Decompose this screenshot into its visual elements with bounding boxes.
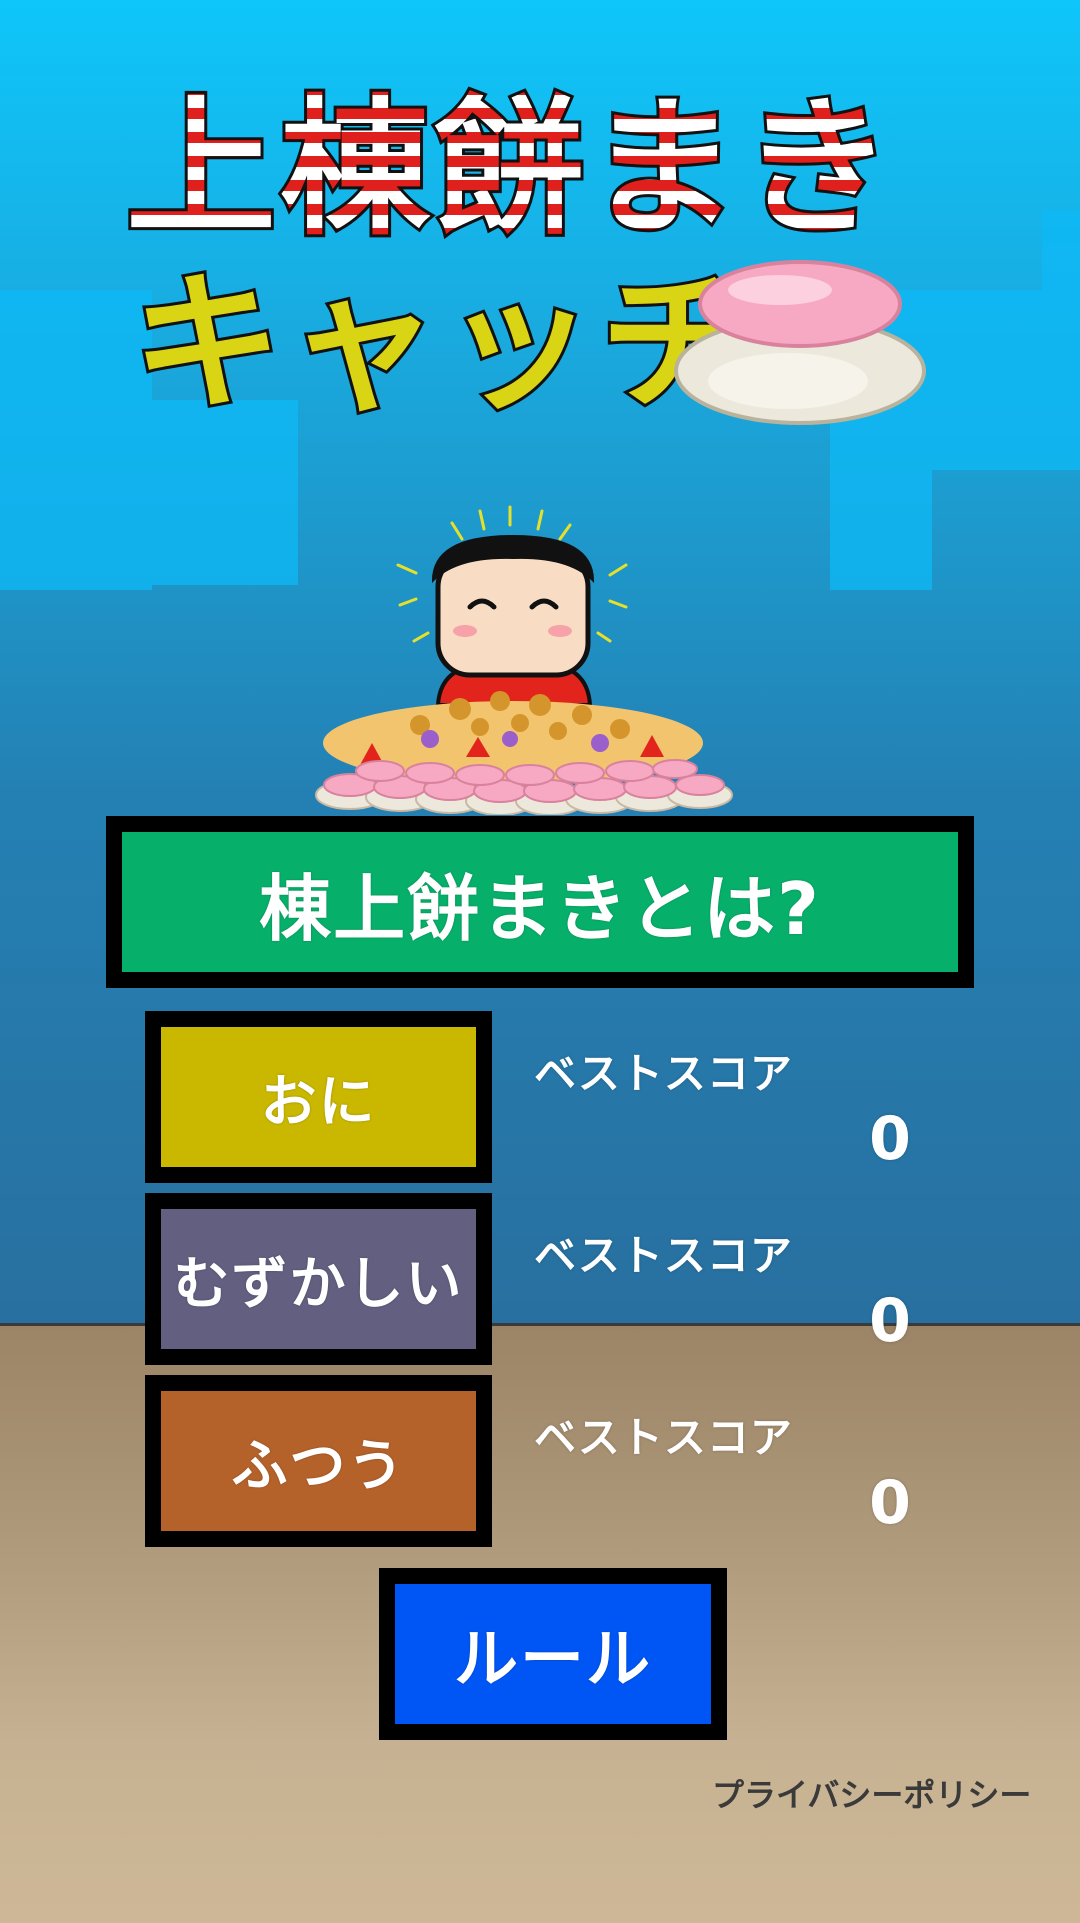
rules-button[interactable]: ルール [379,1568,727,1740]
rules-label: ルール [454,1623,652,1697]
about-mochimaki-label: 棟上餅まきとは? [259,866,821,951]
about-mochimaki-button[interactable]: 棟上餅まきとは? [106,816,974,988]
privacy-policy-link[interactable]: プライバシーポリシー [712,1770,1031,1816]
mode-oni-button[interactable]: おに [145,1011,492,1183]
mascot-boy-icon [315,505,733,815]
best-score-value-hard: 0 [869,1286,911,1356]
mode-normal-button[interactable]: ふつう [145,1375,492,1547]
building-silhouette [1042,210,1080,470]
mode-normal-label: ふつう [231,1433,406,1499]
mode-hard-label: むずかしい [173,1251,464,1317]
title-line-2: キャッチ [132,257,756,431]
mode-hard-button[interactable]: むずかしい [145,1193,492,1365]
title-line-1: 上棟餅まき [126,82,896,256]
mode-oni-label: おに [260,1069,377,1135]
mochi-icon [674,260,926,425]
best-score-label-oni: ベストスコア [534,1049,793,1098]
best-score-value-oni: 0 [869,1104,911,1174]
building-silhouette [932,290,1042,470]
best-score-value-normal: 0 [869,1468,911,1538]
best-score-label-hard: ベストスコア [534,1231,793,1280]
best-score-label-normal: ベストスコア [534,1413,793,1462]
